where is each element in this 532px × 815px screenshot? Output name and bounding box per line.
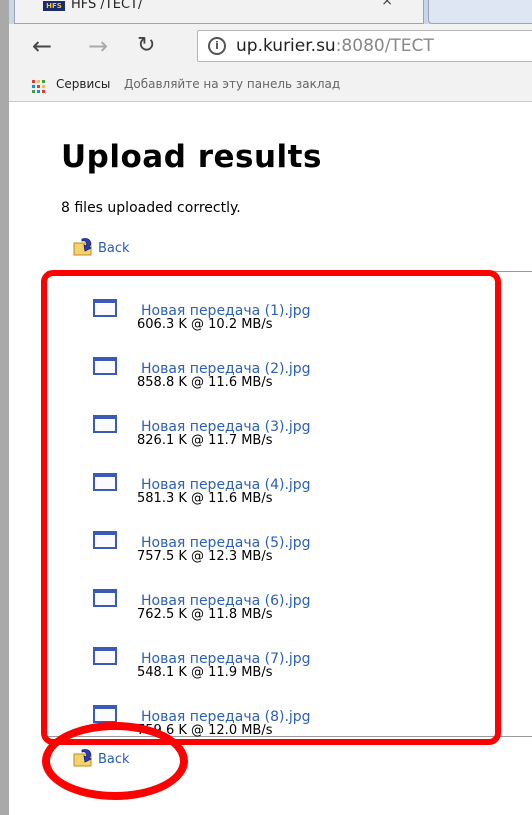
upload-summary: 8 files uploaded correctly. (61, 200, 241, 216)
url-text[interactable]: up.kurier.su:8080/TECT (236, 36, 434, 56)
bookmarks-hint: Добавляйте на эту панель заклад (124, 77, 341, 91)
window-left-border (0, 0, 9, 815)
forward-arrow-icon[interactable]: → (88, 32, 108, 60)
info-icon[interactable]: i (208, 37, 226, 55)
url-host: up.kurier.su (236, 36, 336, 56)
page-title: Upload results (61, 139, 322, 175)
back-link-top[interactable]: Back (73, 236, 130, 256)
tab-strip: HFS HFS /ТЕСТ/ × (0, 0, 532, 24)
new-tab-button[interactable] (428, 0, 532, 24)
tab-close-icon[interactable]: × (381, 0, 393, 9)
hfs-favicon-icon: HFS (43, 1, 65, 11)
browser-tab[interactable]: HFS HFS /ТЕСТ/ × (14, 0, 424, 24)
back-label: Back (98, 241, 130, 256)
back-arrow-icon[interactable]: ← (32, 32, 52, 60)
address-bar[interactable]: i up.kurier.su:8080/TECT (197, 30, 532, 62)
url-port-path: :8080/TECT (335, 36, 434, 56)
browser-toolbar: ← → ↻ i up.kurier.su:8080/TECT (0, 24, 532, 68)
red-highlight-ellipse (42, 722, 188, 800)
red-highlight-rectangle (41, 270, 501, 745)
bookmarks-bar: Сервисы Добавляйте на эту панель заклад (0, 68, 532, 102)
tab-title: HFS /ТЕСТ/ (71, 0, 143, 12)
bookmark-services[interactable]: Сервисы (56, 77, 110, 91)
reload-icon[interactable]: ↻ (137, 32, 155, 60)
apps-grid-icon[interactable] (32, 80, 46, 93)
back-folder-icon (73, 238, 92, 256)
